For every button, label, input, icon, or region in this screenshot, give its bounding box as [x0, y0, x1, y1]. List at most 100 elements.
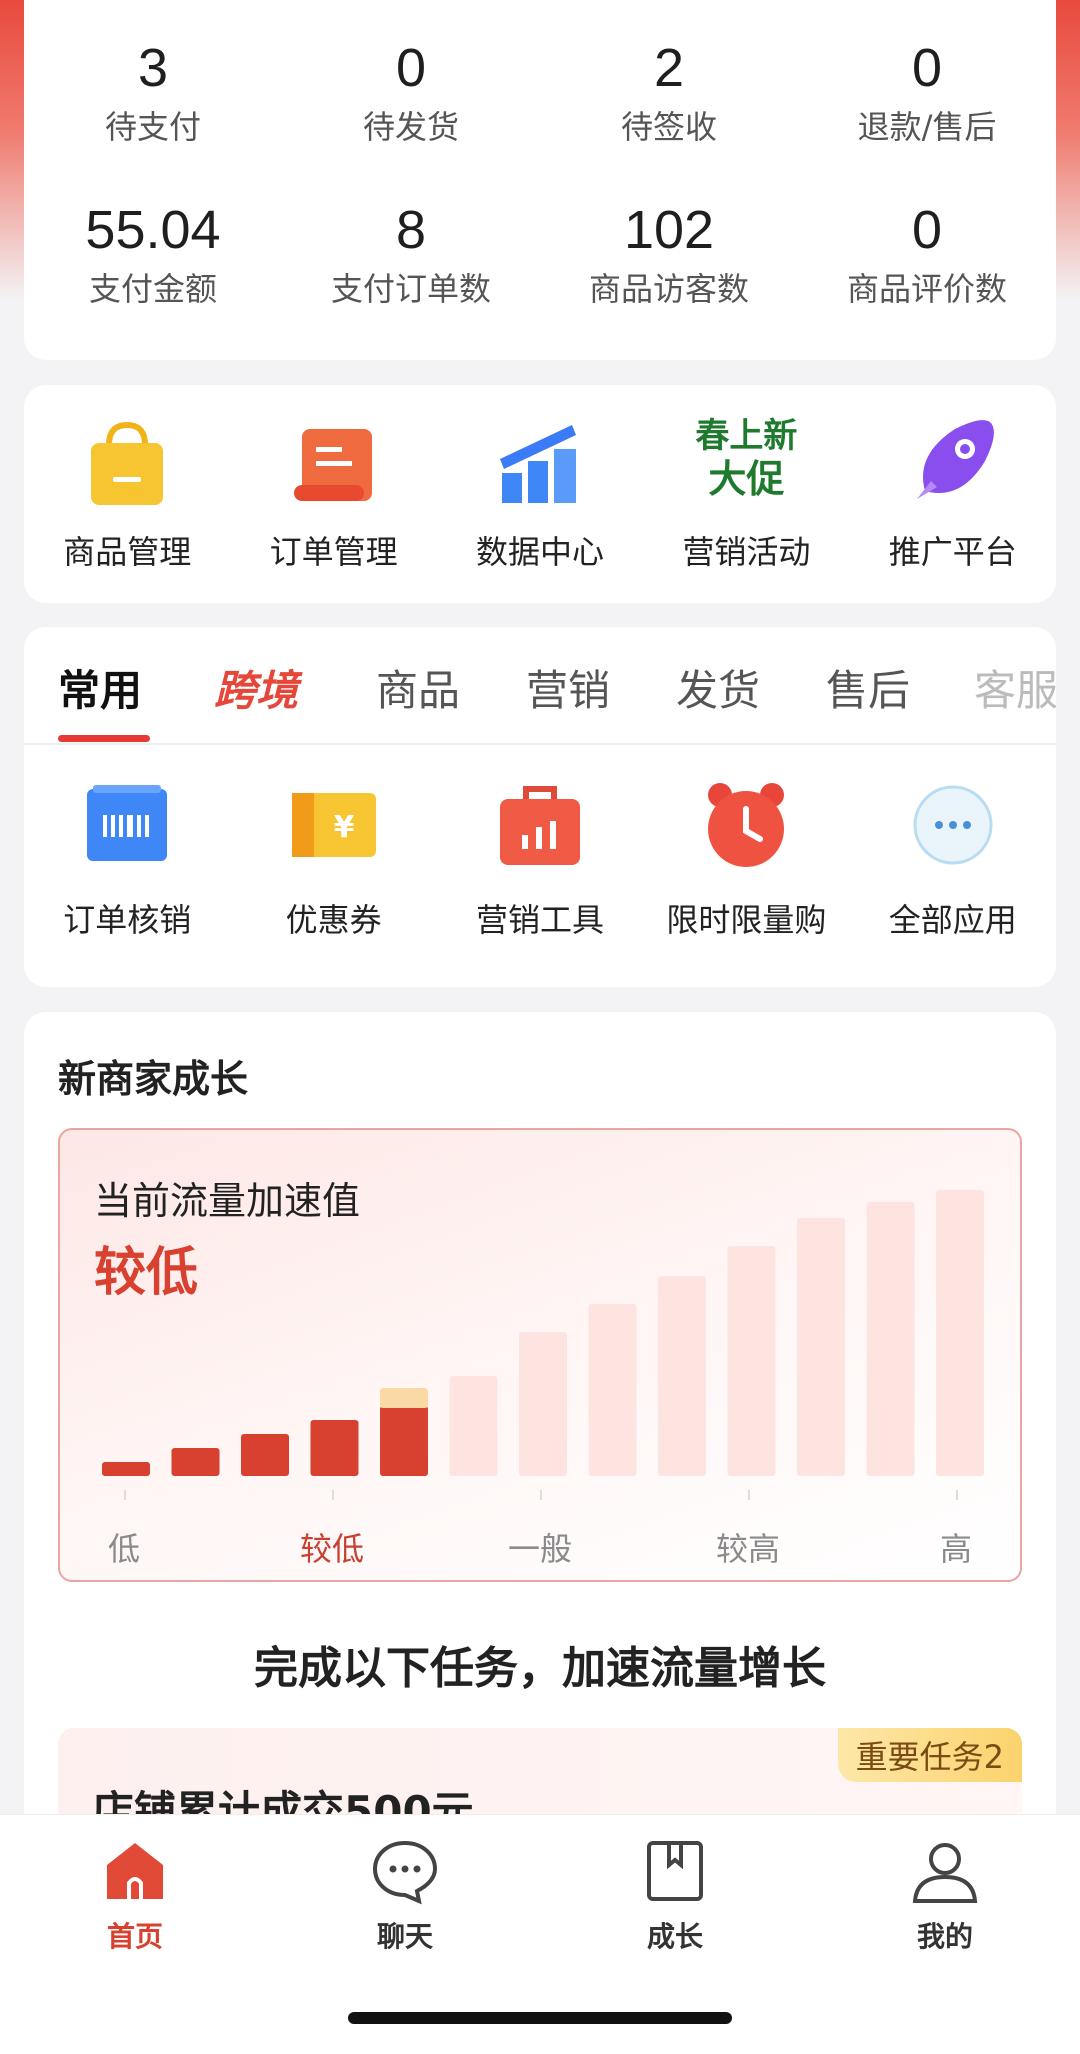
stat-refund[interactable]: 0 退款/售后: [798, 36, 1056, 148]
promo-text-line2: 大促: [708, 457, 785, 501]
bar-filled: [241, 1434, 289, 1476]
order-status-row: 3 待支付 0 待发货 2 待签收 0 退款/售后: [24, 36, 1056, 148]
tool-marketing-activity[interactable]: 春上新 大促 营销活动: [643, 385, 849, 603]
traffic-boost-panel[interactable]: 当前流量加速值 较低 低 较低 一般 较高 高: [58, 1128, 1022, 1582]
important-task-badge: 重要任务2: [837, 1728, 1022, 1782]
nav-profile[interactable]: 我的: [810, 1815, 1080, 2054]
barcode-icon: [79, 777, 175, 873]
stat-value: 2: [653, 38, 685, 98]
feature-tabs-card: 常用 跨境 商品 营销 发货 售后 客服 订单核销 ¥ 优惠券 营销工具 限时限…: [24, 627, 1056, 987]
stat-value: 55.04: [85, 200, 221, 260]
axis-tick: [956, 1490, 958, 1500]
axis-label-average: 一般: [507, 1530, 573, 1568]
stat-label: 支付订单数: [330, 270, 491, 308]
tab-marketing[interactable]: 营销: [526, 657, 610, 718]
nav-label: 我的: [916, 1920, 973, 1953]
nav-label: 首页: [106, 1920, 163, 1953]
stat-visitors[interactable]: 102 商品访客数: [540, 198, 798, 310]
stat-value: 3: [137, 38, 169, 98]
axis-tick: [124, 1490, 126, 1500]
tool-data-center[interactable]: 数据中心: [437, 385, 643, 603]
stat-value: 0: [911, 38, 943, 98]
rocket-icon: [905, 415, 1001, 511]
order-stats-card: 3 待支付 0 待发货 2 待签收 0 退款/售后 55.04 支付金额 8 支付订单数 1…: [24, 0, 1056, 360]
tool-label: 订单管理: [269, 533, 398, 571]
task-heading: 完成以下任务，加速流量增长: [254, 1643, 826, 1694]
tool-label: 商品管理: [63, 533, 192, 571]
stat-paid-orders[interactable]: 8 支付订单数: [282, 198, 540, 310]
spring-promo-icon: 春上新 大促: [686, 415, 806, 511]
stat-value: 0: [395, 38, 427, 98]
bar-filled: [102, 1462, 150, 1476]
stat-pending-shipment[interactable]: 0 待发货: [282, 36, 540, 148]
bar-filled: [310, 1420, 359, 1476]
stat-label: 退款/售后: [857, 108, 997, 146]
quick-actions: 订单核销 ¥ 优惠券 营销工具 限时限量购 全部应用: [24, 777, 1056, 941]
data-chart-icon: [492, 415, 588, 511]
action-all-apps[interactable]: 全部应用: [850, 777, 1056, 941]
tab-shipping[interactable]: 发货: [676, 657, 760, 718]
svg-text:¥: ¥: [333, 810, 354, 845]
action-marketing-tools[interactable]: 营销工具: [437, 777, 643, 941]
tool-product-management[interactable]: 商品管理: [24, 385, 230, 603]
stat-label: 支付金额: [88, 270, 217, 308]
bar-empty: [866, 1202, 915, 1476]
main-tools-card: 商品管理 订单管理 数据中心 春上新 大促 营销活动 推广平台: [24, 385, 1056, 603]
axis-label-high: 高: [939, 1530, 973, 1568]
stat-value: 0: [911, 200, 943, 260]
bar-empty: [519, 1332, 567, 1476]
nav-label: 成长: [646, 1920, 703, 1953]
action-flash-sale[interactable]: 限时限量购: [643, 777, 849, 941]
action-label: 订单核销: [63, 901, 192, 939]
business-data-row: 55.04 支付金额 8 支付订单数 102 商品访客数 0 商品评价数: [24, 198, 1056, 310]
axis-label-low: 低: [107, 1530, 141, 1568]
stat-pending-receipt[interactable]: 2 待签收: [540, 36, 798, 148]
tool-label: 营销活动: [682, 533, 811, 571]
order-scroll-icon: [286, 415, 382, 511]
more-icon: [905, 777, 1001, 873]
action-label: 限时限量购: [666, 901, 827, 939]
bar-empty: [449, 1376, 498, 1476]
bar-empty: [658, 1276, 706, 1476]
tool-promotion-platform[interactable]: 推广平台: [850, 385, 1056, 603]
bar-filled: [171, 1448, 220, 1476]
book-icon: [639, 1835, 711, 1907]
nav-label: 聊天: [376, 1920, 433, 1953]
nav-home[interactable]: 首页: [0, 1815, 270, 2054]
alarm-clock-icon: [698, 777, 794, 873]
tab-customer-service[interactable]: 客服: [974, 657, 1056, 718]
stat-pending-payment[interactable]: 3 待支付: [24, 36, 282, 148]
bar-empty: [797, 1218, 845, 1476]
tab-common[interactable]: 常用: [58, 657, 142, 718]
chat-icon: [369, 1835, 441, 1907]
stat-label: 待支付: [104, 108, 201, 146]
stat-value: 8: [395, 200, 427, 260]
merchant-growth-card: 新商家成长 当前流量加速值 较低 低 较低 一般 较高 高 完成以下任务，加速流…: [24, 1012, 1056, 1912]
stat-label: 待签收: [620, 108, 717, 146]
tool-label: 数据中心: [475, 533, 604, 571]
category-tab-bar: 常用 跨境 商品 营销 发货 售后 客服: [24, 627, 1056, 745]
tab-products[interactable]: 商品: [376, 657, 460, 718]
active-tab-indicator: [58, 735, 150, 742]
action-label: 全部应用: [888, 901, 1017, 939]
coupon-icon: ¥: [286, 777, 382, 873]
action-order-verification[interactable]: 订单核销: [24, 777, 230, 941]
tool-order-management[interactable]: 订单管理: [230, 385, 436, 603]
stat-label: 商品评价数: [846, 270, 1007, 308]
tab-cross-border[interactable]: 跨境: [214, 657, 298, 718]
tab-after-sales[interactable]: 售后: [826, 657, 910, 718]
stat-reviews[interactable]: 0 商品评价数: [798, 198, 1056, 310]
stat-label: 待发货: [362, 108, 459, 146]
growth-title: 新商家成长: [58, 1057, 249, 1101]
shopping-bag-icon: [79, 415, 175, 511]
axis-tick: [748, 1490, 750, 1500]
action-coupons[interactable]: ¥ 优惠券: [230, 777, 436, 941]
axis-label-fairly-high: 较高: [715, 1530, 781, 1568]
bar-empty: [727, 1246, 776, 1476]
axis-tick: [332, 1490, 334, 1500]
bar-empty: [936, 1190, 984, 1476]
toolbox-icon: [492, 777, 588, 873]
stat-payment-amount[interactable]: 55.04 支付金额: [24, 198, 282, 310]
stat-value: 102: [623, 200, 715, 260]
axis-tick: [540, 1490, 542, 1500]
